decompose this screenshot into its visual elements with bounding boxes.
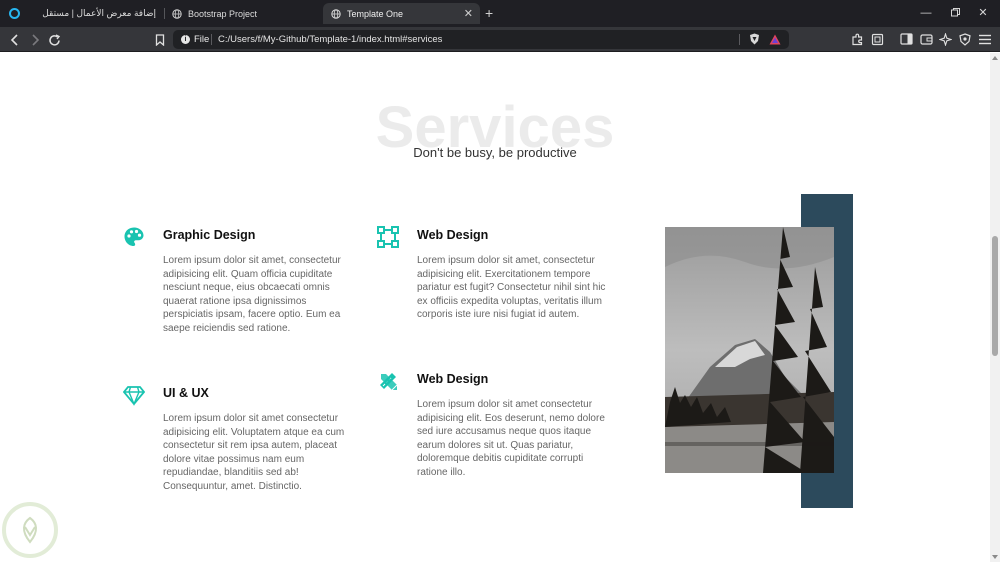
watermark-logo xyxy=(2,502,58,558)
pencil-ruler-icon xyxy=(380,373,398,391)
service-title: Web Design xyxy=(417,228,489,242)
palette-icon xyxy=(124,227,144,246)
service-title: UI & UX xyxy=(163,386,209,400)
back-arrow-icon[interactable] xyxy=(7,32,23,48)
service-description: Lorem ipsum dolor sit amet consectetur a… xyxy=(163,413,345,492)
globe-icon xyxy=(331,8,341,19)
section-subtitle: Don't be busy, be productive xyxy=(413,145,577,160)
page-scrollbar[interactable] xyxy=(990,53,1000,562)
url-scheme-label: File xyxy=(194,34,210,45)
brave-shield-icon[interactable] xyxy=(747,32,761,46)
title-bar: إضافة معرض الأعمال | مستقل Bootstrap Pro… xyxy=(0,0,1000,27)
screenshot-icon[interactable] xyxy=(870,32,884,46)
bookmark-icon[interactable] xyxy=(152,32,168,48)
hamburger-menu-icon[interactable] xyxy=(978,32,992,46)
scroll-thumb[interactable] xyxy=(992,236,998,356)
reload-icon[interactable] xyxy=(46,32,62,48)
extensions-icon[interactable] xyxy=(850,32,864,46)
plus-icon[interactable]: + xyxy=(485,4,493,22)
window-close-icon[interactable]: ✕ xyxy=(975,5,991,21)
tab-label: Bootstrap Project xyxy=(188,8,258,19)
service-description: Lorem ipsum dolor sit amet, consectetur … xyxy=(163,255,341,334)
scroll-up-icon[interactable] xyxy=(992,56,998,60)
service-description: Lorem ipsum dolor sit amet consectetur a… xyxy=(417,399,605,478)
tab-label: إضافة معرض الأعمال | مستقل xyxy=(42,8,156,18)
leo-ai-icon[interactable] xyxy=(938,32,952,46)
minimize-icon[interactable]: — xyxy=(918,5,934,21)
globe-icon xyxy=(172,8,182,19)
forward-arrow-icon[interactable] xyxy=(27,32,43,48)
service-title: Web Design xyxy=(417,372,489,386)
info-icon[interactable]: i xyxy=(181,35,190,44)
address-bar[interactable]: i File C:/Users/f/My-Github/Template-1/i… xyxy=(173,30,789,49)
url-separator xyxy=(211,34,212,45)
url-text[interactable]: C:/Users/f/My-Github/Template-1/index.ht… xyxy=(218,34,442,45)
services-section: Services Don't be busy, be productive Gr… xyxy=(0,53,990,562)
vector-square-icon xyxy=(377,226,399,248)
tab-template-one[interactable]: Template One ✕ xyxy=(323,3,480,24)
tab-label: Template One xyxy=(347,8,404,19)
mountain-forest-photo xyxy=(665,227,834,473)
leaf-icon xyxy=(23,516,37,544)
diamond-icon xyxy=(123,386,145,406)
brave-rewards-icon[interactable] xyxy=(768,32,782,46)
url-separator xyxy=(739,34,740,45)
service-description: Lorem ipsum dolor sit amet, consectetur … xyxy=(417,255,606,320)
opera-logo-icon[interactable] xyxy=(9,8,20,19)
toolbar: i File C:/Users/f/My-Github/Template-1/i… xyxy=(0,27,1000,52)
tab-separator xyxy=(164,8,165,19)
tab-mostaql[interactable]: إضافة معرض الأعمال | مستقل xyxy=(40,3,162,24)
scroll-down-icon[interactable] xyxy=(992,555,998,559)
close-icon[interactable]: ✕ xyxy=(464,7,473,20)
wallet-icon[interactable] xyxy=(919,32,933,46)
sidebar-icon[interactable] xyxy=(899,32,913,46)
service-title: Graphic Design xyxy=(163,228,256,242)
tab-bootstrap-project[interactable]: Bootstrap Project xyxy=(167,3,317,24)
restore-icon[interactable] xyxy=(947,5,963,21)
vpn-icon[interactable] xyxy=(958,32,972,46)
